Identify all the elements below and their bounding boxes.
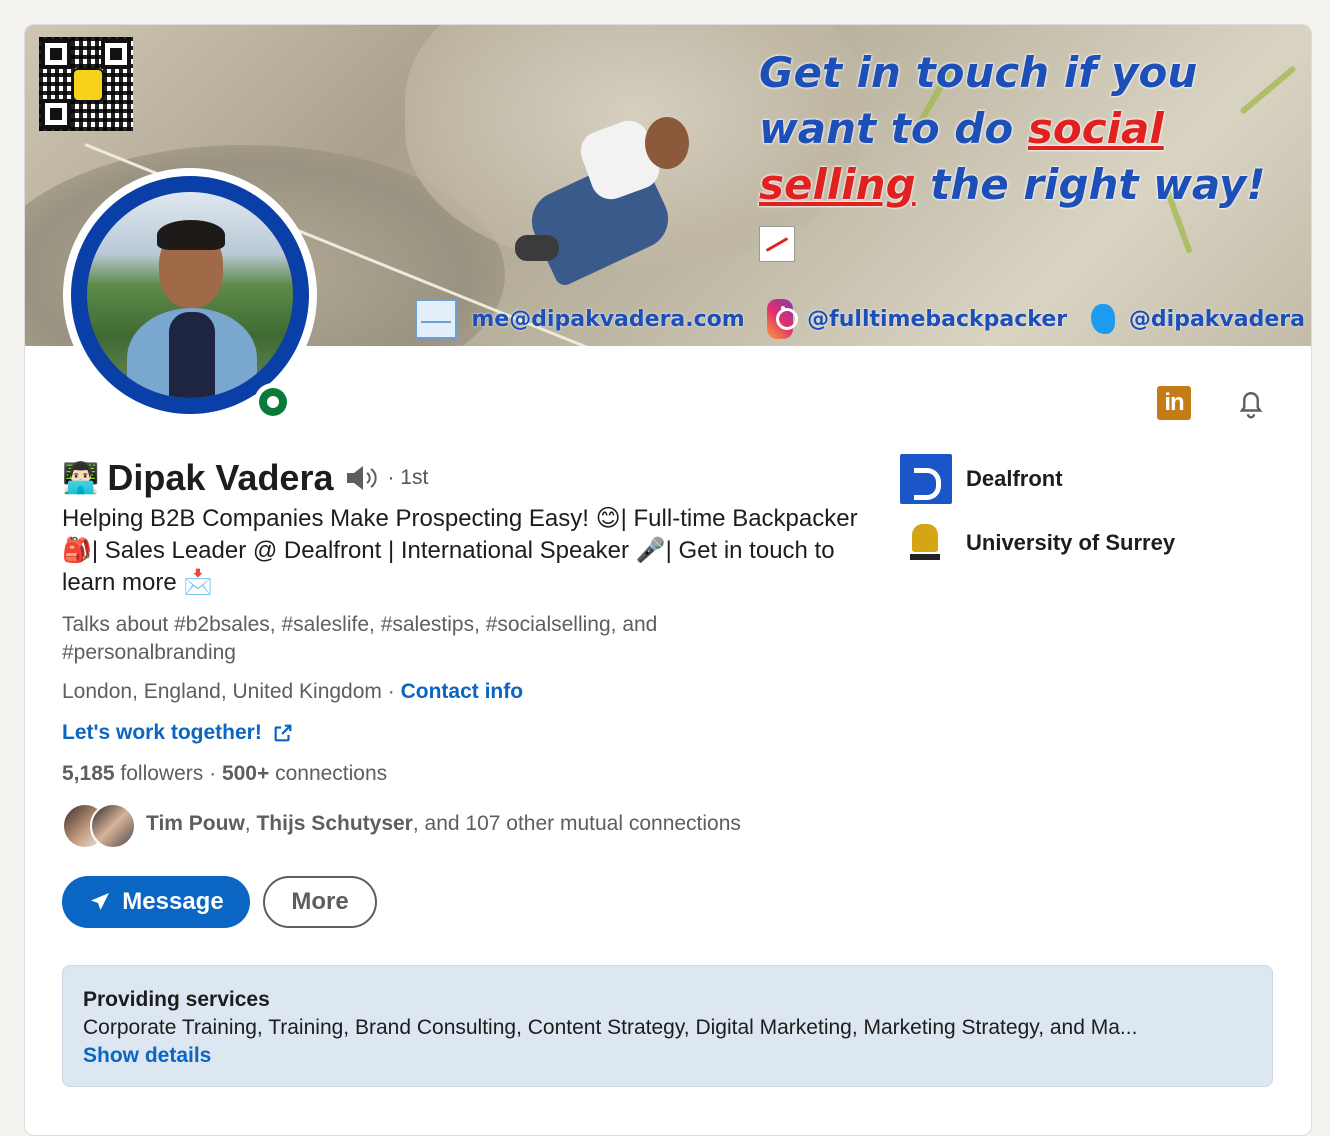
linkedin-premium-icon[interactable]: in [1157,386,1191,420]
mutual-name: Thijs Schutyser [256,812,413,835]
followers-row: 5,185 followers · 500+ connections [62,762,387,786]
avatar-frame [71,176,309,414]
instagram-icon [766,299,799,339]
avatar [90,803,136,849]
speaker-icon[interactable] [345,463,379,493]
send-icon [91,893,110,910]
bell-icon[interactable] [1233,385,1269,421]
banner-twitter: @dipakvadera [1128,306,1305,332]
mutual-text: Tim Pouw, Thijs Schutyser, and 107 other… [146,812,741,836]
talks-about: Talks about #b2bsales, #saleslife, #sale… [62,613,658,664]
org-name: University of Surrey [966,530,1176,555]
university-logo [900,518,952,568]
banner-instagram: @fulltimebackpacker [807,306,1068,332]
services-list: Corporate Training, Training, Brand Cons… [83,1016,1138,1039]
message-button[interactable]: Message [62,876,250,928]
connections-count[interactable]: 500+ [222,762,269,785]
banner-text-part: the right way! [915,160,1266,209]
providing-services[interactable]: Providing services Corporate Training, T… [62,965,1273,1087]
website-link-label: Let's work together! [62,721,262,744]
contact-info-link[interactable]: Contact info [401,680,523,703]
connection-degree: · 1st [387,466,429,489]
banner-climber [495,95,715,305]
profile-card: Get in touch if you want to do social se… [24,24,1312,1136]
banner-line-3: selling the right way! [759,157,1299,269]
org-name: Dealfront [966,466,1063,491]
followers-count[interactable]: 5,185 [62,762,115,785]
envelope-icon [415,299,458,339]
website-link[interactable]: Let's work together! [62,721,294,745]
online-status-icon [254,383,292,421]
banner-text-highlight: social [1027,104,1164,153]
banner-line-2: want to do social [759,101,1299,157]
mutual-name: Tim Pouw [146,812,245,835]
profile-name: Dipak Vadera [107,457,334,498]
profile-orgs: Dealfront University of Surrey [900,454,1175,582]
show-details-link[interactable]: Show details [83,1042,1252,1070]
connections-label[interactable]: connections [269,762,387,785]
mutual-connections[interactable]: Tim Pouw, Thijs Schutyser, and 107 other… [62,801,741,849]
external-link-icon [274,724,292,742]
profile-name-row: 👨🏻‍💻 Dipak Vadera · 1st [62,457,428,499]
banner-tagline: Get in touch if you want to do social se… [759,45,1299,269]
banner-contacts: me@dipakvadera.com @fulltimebackpacker @… [415,297,1305,341]
message-button-label: Message [122,888,224,915]
more-button[interactable]: More [263,876,377,928]
mutual-avatars [62,801,136,849]
org-item[interactable]: University of Surrey [900,518,1175,568]
banner-text-part: want to do [759,104,1028,153]
connections-separator: · [203,762,222,785]
org-item[interactable]: Dealfront [900,454,1175,504]
banner-line-1: Get in touch if you [759,48,1198,97]
mutual-separator: , [244,812,257,835]
avatar[interactable] [63,168,317,422]
banner-text-highlight: selling [759,160,916,209]
banner-email: me@dipakvadera.com [471,306,745,332]
location-row: London, England, United Kingdom · Contac… [62,680,523,704]
technologist-emoji: 👨🏻‍💻 [62,460,100,496]
mutual-rest: , and 107 other mutual connections [412,812,741,835]
profile-top-icons: in [1157,385,1269,421]
avatar-photo [87,192,293,398]
qr-code [39,37,133,131]
profile-headline: Helping B2B Companies Make Prospecting E… [62,505,858,596]
location-text: London, England, United Kingdom [62,680,382,703]
chart-up-icon [759,225,795,262]
dealfront-logo [900,454,952,504]
services-title: Providing services [83,988,270,1011]
location-separator: · [381,680,401,703]
followers-label[interactable]: followers [115,762,203,785]
twitter-icon [1091,304,1115,334]
